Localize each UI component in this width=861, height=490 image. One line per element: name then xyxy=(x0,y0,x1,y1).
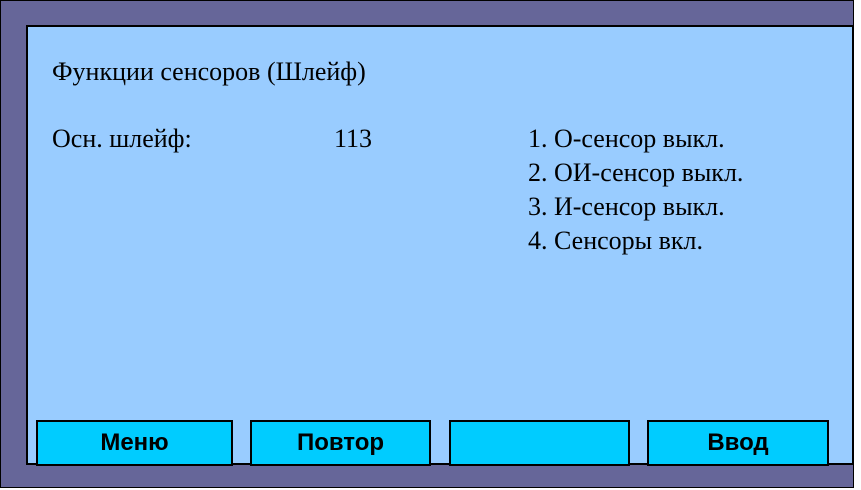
display-screen: Функции сенсоров (Шлейф) Осн. шлейф: 113… xyxy=(26,25,854,466)
option-item-3[interactable]: 3. И-сенсор выкл. xyxy=(528,190,743,224)
blank-button[interactable] xyxy=(449,420,630,466)
main-loop-value: 113 xyxy=(334,124,373,153)
option-item-4[interactable]: 4. Сенсоры вкл. xyxy=(528,224,743,258)
repeat-button[interactable]: Повтор xyxy=(250,420,431,466)
menu-button[interactable]: Меню xyxy=(36,420,233,466)
screen-title: Функции сенсоров (Шлейф) xyxy=(52,57,366,86)
sensor-options-list: 1. О-сенсор выкл. 2. ОИ-сенсор выкл. 3. … xyxy=(528,122,743,258)
enter-button[interactable]: Ввод xyxy=(647,420,829,466)
main-loop-label: Осн. шлейф: xyxy=(52,124,192,153)
option-item-1[interactable]: 1. О-сенсор выкл. xyxy=(528,122,743,156)
option-item-2[interactable]: 2. ОИ-сенсор выкл. xyxy=(528,156,743,190)
device-frame: Функции сенсоров (Шлейф) Осн. шлейф: 113… xyxy=(0,0,854,488)
